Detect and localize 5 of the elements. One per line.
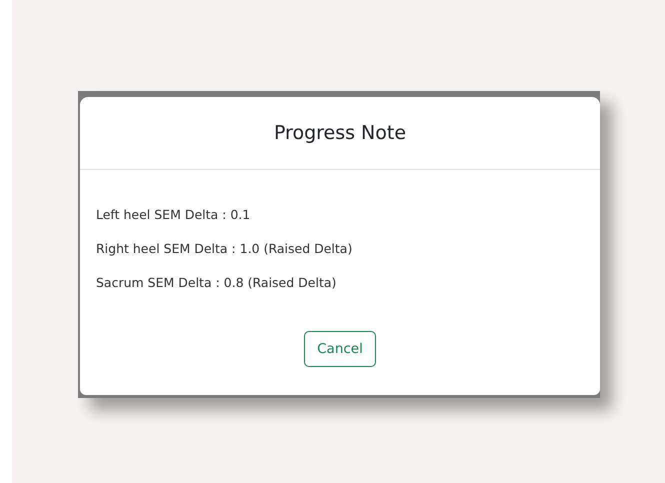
note-line: Sacrum SEM Delta : 0.8 (Raised Delta) — [96, 274, 338, 292]
dialog-title: Progress Note — [274, 122, 406, 144]
note-line: Right heel SEM Delta : 1.0 (Raised Delta) — [96, 240, 354, 258]
cancel-button[interactable]: Cancel — [304, 331, 376, 368]
note-line: Left heel SEM Delta : 0.1 — [96, 206, 252, 224]
